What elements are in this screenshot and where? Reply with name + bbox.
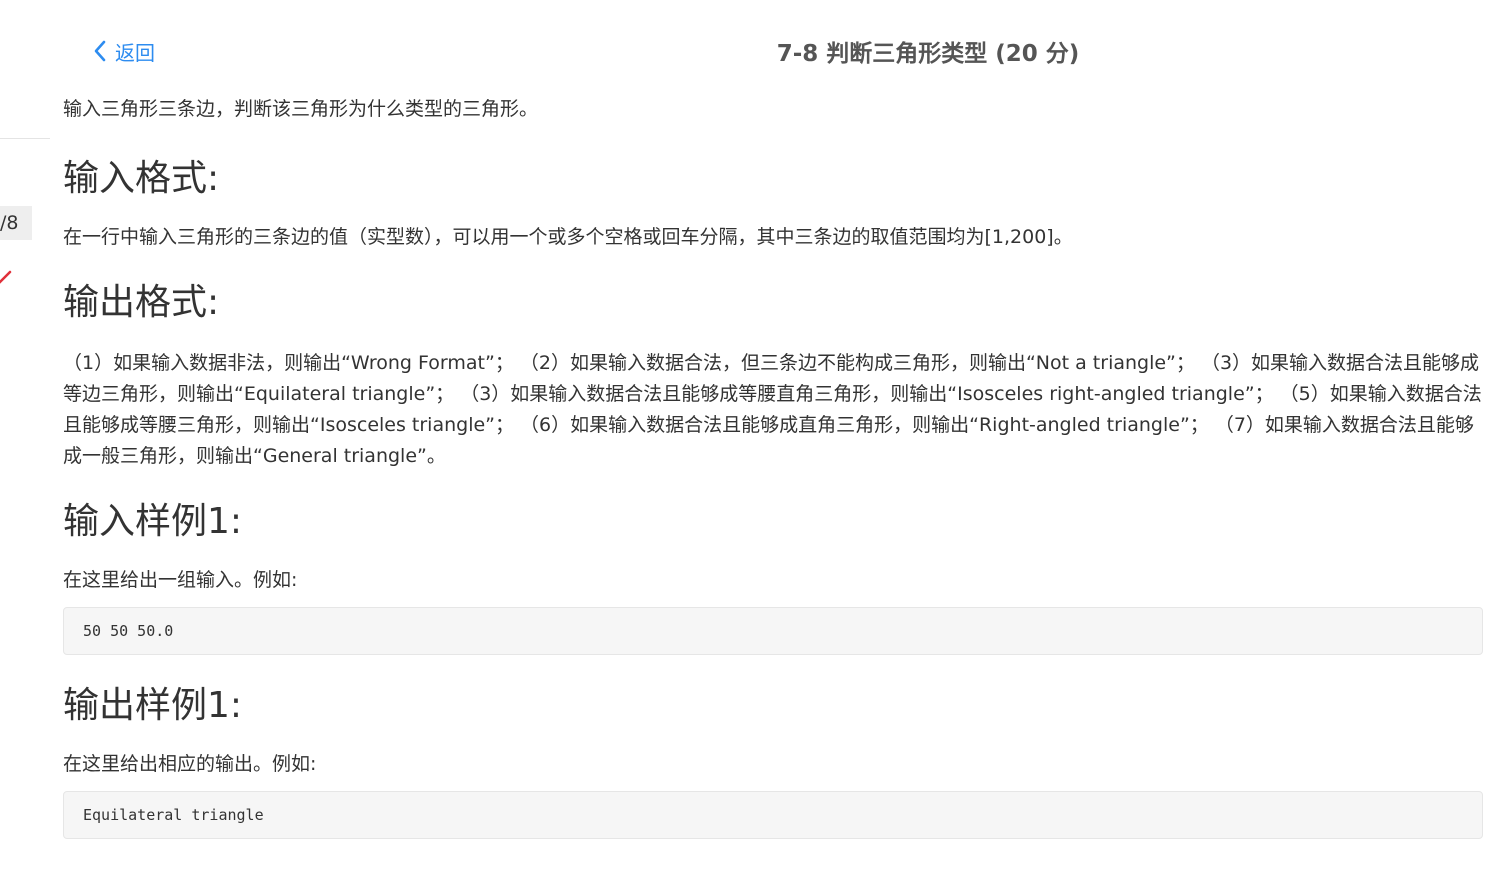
- input-format-text: 在一行中输入三角形的三条边的值（实型数），可以用一个或多个空格或回车分隔，其中三…: [63, 226, 1073, 248]
- sample-output-desc: 在这里给出相应的输出。例如:: [63, 753, 317, 775]
- rail-divider: [0, 138, 50, 139]
- problem-intro: 输入三角形三条边，判断该三角形为什么类型的三角形。: [63, 98, 539, 120]
- page-title: 7-8 判断三角形类型 (20 分): [776, 41, 1080, 67]
- problem-content: 输入三角形三条边，判断该三角形为什么类型的三角形。 输入格式: 在一行中输入三角…: [63, 92, 1483, 839]
- left-rail: /8: [0, 0, 50, 876]
- input-format-heading: 输入格式:: [63, 158, 220, 199]
- header: 返回 7-8 判断三角形类型 (20 分): [0, 0, 1486, 95]
- rail-page-indicator[interactable]: /8: [0, 206, 32, 240]
- back-button[interactable]: 返回: [93, 36, 155, 66]
- output-format-text: （1）如果输入数据非法，则输出“Wrong Format”； （2）如果输入数据…: [63, 352, 1482, 467]
- sample-output-code[interactable]: Equilateral triangle: [63, 791, 1483, 839]
- output-format-heading: 输出格式:: [63, 282, 220, 323]
- sample-input-code[interactable]: 50 50 50.0: [63, 607, 1483, 655]
- sample-input-heading: 输入样例1:: [63, 501, 243, 542]
- chevron-left-icon: [94, 40, 106, 62]
- back-label[interactable]: 返回: [115, 37, 155, 66]
- sample-input-desc: 在这里给出一组输入。例如:: [63, 569, 298, 591]
- check-mark-icon: [0, 270, 12, 284]
- sample-output-heading: 输出样例1:: [63, 685, 243, 726]
